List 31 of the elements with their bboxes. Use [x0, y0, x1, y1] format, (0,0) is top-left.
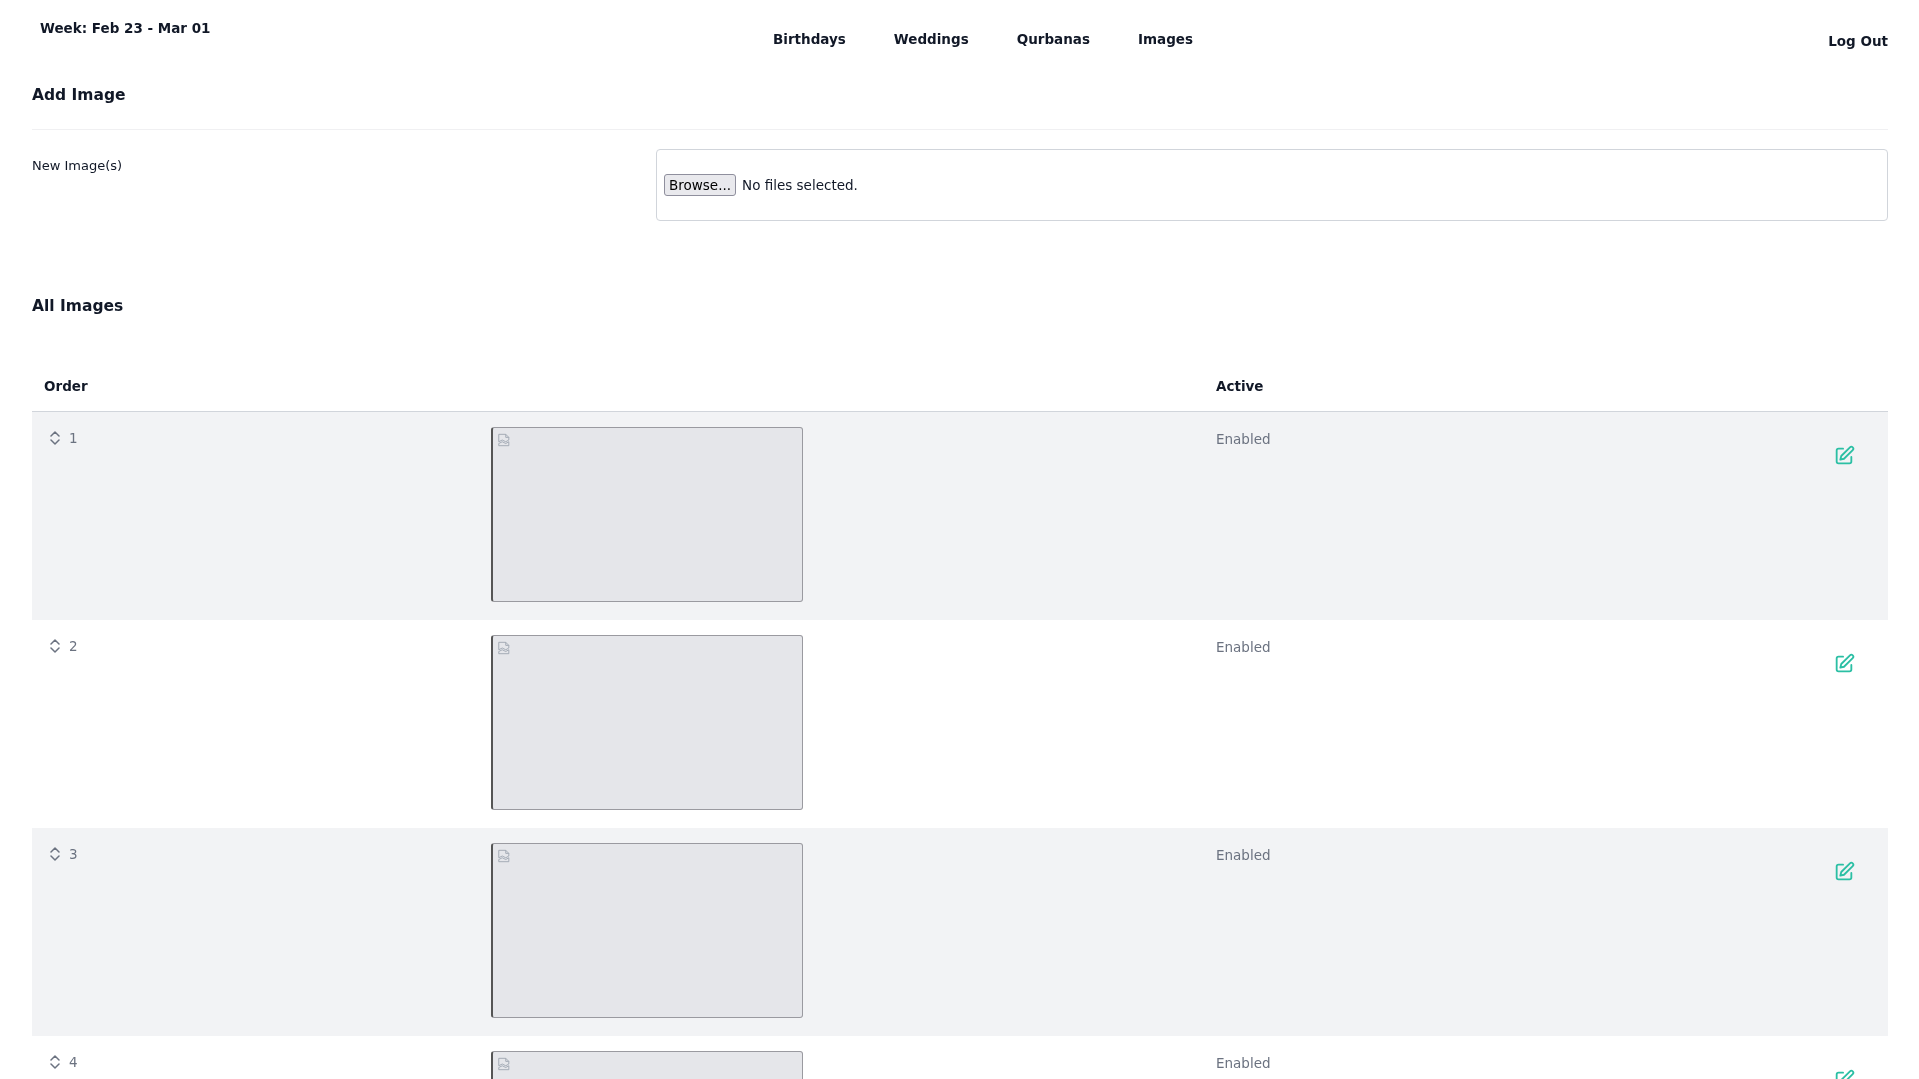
broken-image-icon — [497, 1057, 511, 1071]
file-status: No files selected. — [742, 177, 858, 193]
edit-icon[interactable] — [1833, 653, 1855, 675]
sort-handle-icon[interactable] — [50, 638, 60, 654]
field-label: New Image(s) — [32, 158, 124, 173]
nav-link[interactable]: Birthdays — [773, 31, 846, 47]
column-header: Active — [1216, 377, 1265, 396]
broken-image-icon — [497, 849, 511, 863]
file-input-field[interactable]: Browse... No files selected. — [656, 149, 1888, 221]
column-header: Order — [43, 377, 89, 396]
browse-button[interactable]: Browse... — [664, 174, 737, 196]
sort-handle-icon[interactable] — [50, 846, 60, 862]
status-text: Enabled — [1216, 1054, 1272, 1071]
nav-link[interactable]: Images — [1137, 31, 1194, 47]
order-number: 3 — [69, 846, 78, 862]
broken-image-icon — [497, 433, 511, 447]
status-text: Enabled — [1216, 846, 1272, 863]
sort-handle-icon[interactable] — [50, 1054, 60, 1070]
order-number: 1 — [69, 430, 78, 446]
order-number: 2 — [69, 638, 78, 654]
sort-handle-icon[interactable] — [50, 430, 60, 446]
broken-image-icon — [497, 641, 511, 655]
nav-link[interactable]: Qurbanas — [1016, 31, 1090, 47]
status-text: Enabled — [1216, 430, 1272, 447]
logout-link[interactable]: Log Out — [1828, 33, 1888, 49]
section-heading: All Images — [32, 296, 125, 317]
section-heading: Add Image — [32, 85, 127, 106]
status-text: Enabled — [1216, 638, 1272, 655]
week-label: Week: Feb 23 - Mar 01 — [39, 20, 211, 36]
nav-link[interactable]: Weddings — [893, 31, 969, 47]
order-number: 4 — [69, 1054, 78, 1070]
